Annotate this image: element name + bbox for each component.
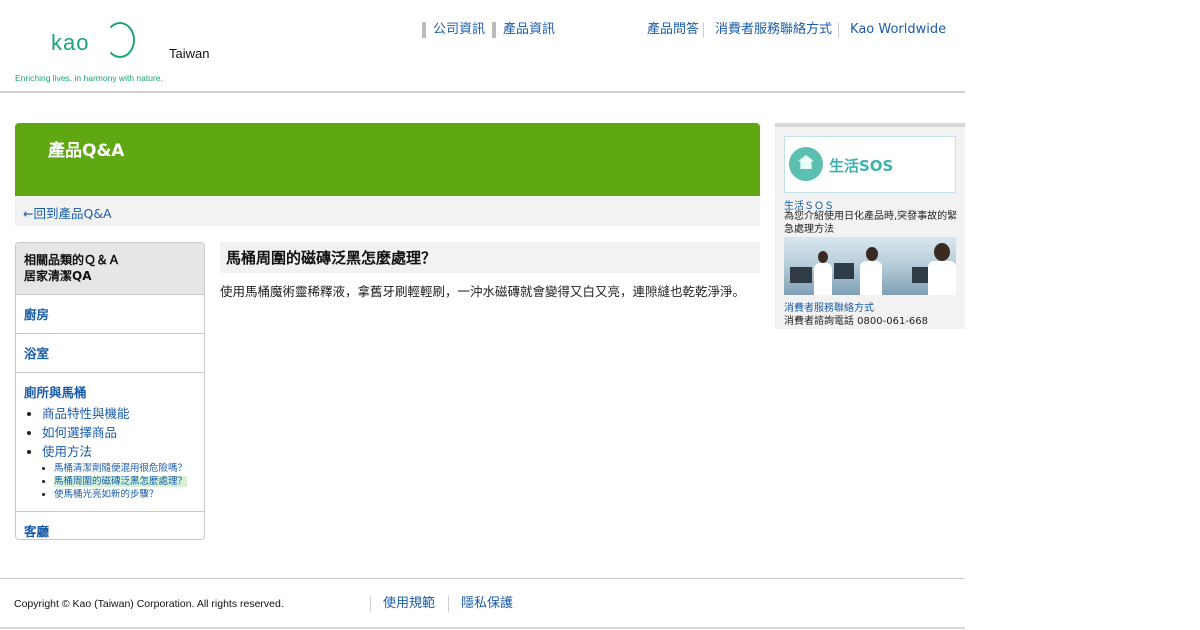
kao-logo[interactable]: kao Enriching lives, in harmony with nat… [15,18,167,86]
region-label: Taiwan [169,46,210,61]
logo-wordmark: kao [51,30,90,55]
right-sidebar: 生活SOS 生活ＳＯＳ 為您介紹使用日化產品時,突發事故的緊急處理方法 消費者服… [775,123,965,329]
answer-text: 使用馬桶魔術靈稀釋液，拿舊牙刷輕輕刷，一沖水磁磚就會變得又白又亮，連隙縫也乾乾淨… [220,284,746,299]
footer-link-terms[interactable]: 使用規範 [370,596,448,612]
sidenav-section-kitchen: 廚房 [16,295,204,334]
monitor [790,267,812,283]
list-item: 使馬桶光亮如新的步驟？ [54,488,196,501]
site-header: kao Enriching lives, in harmony with nat… [0,0,965,93]
question-link-current[interactable]: 馬桶周圍的磁磚泛黑怎麼處理？ [54,476,188,487]
list-item: 使用方法 馬桶清潔劑隨便混用很危險嗎？ 馬桶周圍的磁磚泛黑怎麼處理？ 使馬桶光亮… [42,442,196,501]
subitem-product-features[interactable]: 商品特性與機能 [42,406,130,421]
nav-company-info[interactable]: 公司資訊 [422,22,492,38]
sidenav-section-living-room: 客廳 [16,512,204,539]
nav-product-info[interactable]: 產品資訊 [492,22,562,38]
sidenav-section-toilet: 廁所與馬桶 商品特性與機能 如何選擇商品 使用方法 馬桶清潔劑隨便混用很危險嗎？… [16,373,204,512]
copyright-text: Copyright © Kao (Taiwan) Corporation. Al… [14,598,284,610]
nav-consumer-contact[interactable]: 消費者服務聯絡方式 [703,22,838,38]
person-head [934,243,950,261]
person-head [818,251,828,263]
primary-nav: 公司資訊 產品資訊 [422,22,562,38]
subitem-usage[interactable]: 使用方法 [42,444,92,459]
list-item: 如何選擇商品 [42,423,196,442]
consumer-hotline: 消費者諮詢電話 0800-061-668 [784,316,929,327]
footer-link-privacy[interactable]: 隱私保護 [448,596,526,612]
sidenav-link-kitchen[interactable]: 廚房 [24,307,49,322]
question-title: 馬桶周圍的磁磚泛黑怎麼處理？ [220,242,760,273]
sos-description: 為您介紹使用日化產品時,突發事故的緊急處理方法 [784,211,958,235]
call-center-photo[interactable] [784,237,956,295]
site-footer: Copyright © Kao (Taiwan) Corporation. Al… [0,578,965,629]
sidenav-link-toilet[interactable]: 廁所與馬桶 [24,385,87,400]
sos-banner[interactable]: 生活SOS [784,136,956,193]
nav-kao-worldwide[interactable]: Kao Worldwide [838,22,950,38]
secondary-nav: 產品問答 消費者服務聯絡方式 Kao Worldwide [643,22,950,38]
person-body [814,263,832,295]
moon-face-icon [105,22,135,58]
usage-questions: 馬桶清潔劑隨便混用很危險嗎？ 馬桶周圍的磁磚泛黑怎麼處理？ 使馬桶光亮如新的步驟… [54,462,196,501]
monitor [834,263,854,279]
sidenav-section-bathroom: 浴室 [16,334,204,373]
list-item-active: 馬桶周圍的磁磚泛黑怎麼處理？ [54,475,196,488]
sos-banner-text: 生活SOS [829,157,894,175]
sidenav-link-bathroom[interactable]: 浴室 [24,346,49,361]
back-bar: ←回到產品Q&A [15,196,760,226]
nav-product-qa[interactable]: 產品問答 [643,22,703,38]
back-to-qa-link[interactable]: ←回到產品Q&A [23,203,112,222]
person-body [860,261,882,295]
toilet-subitems: 商品特性與機能 如何選擇商品 使用方法 馬桶清潔劑隨便混用很危險嗎？ 馬桶周圍的… [42,404,196,501]
category-sidenav: 相關品類的Ｑ＆Ａ 居家清潔QA 廚房 浴室 廁所與馬桶 商品特性與機能 如何選擇… [15,242,205,540]
sidenav-link-living-room[interactable]: 客廳 [24,524,49,539]
footer-links: 使用規範 隱私保護 [370,596,526,612]
page-title: 產品Q&A [48,141,125,161]
list-item: 馬桶清潔劑隨便混用很危險嗎？ [54,462,196,475]
list-item: 商品特性與機能 [42,404,196,423]
question-link-mixing[interactable]: 馬桶清潔劑隨便混用很危險嗎？ [54,463,187,474]
question-link-shine[interactable]: 使馬桶光亮如新的步驟？ [54,489,159,500]
subitem-choose-product[interactable]: 如何選擇商品 [42,425,117,440]
person-body [928,261,956,295]
logo-tagline: Enriching lives, in harmony with nature. [15,73,163,83]
person-head [866,247,878,261]
sidenav-heading-subtitle: 居家清潔QA [24,269,92,283]
sidenav-heading: 相關品類的Ｑ＆Ａ 居家清潔QA [16,243,204,295]
sidenav-heading-title: 相關品類的Ｑ＆Ａ [24,253,121,267]
page-banner: 產品Q&A [15,123,760,196]
